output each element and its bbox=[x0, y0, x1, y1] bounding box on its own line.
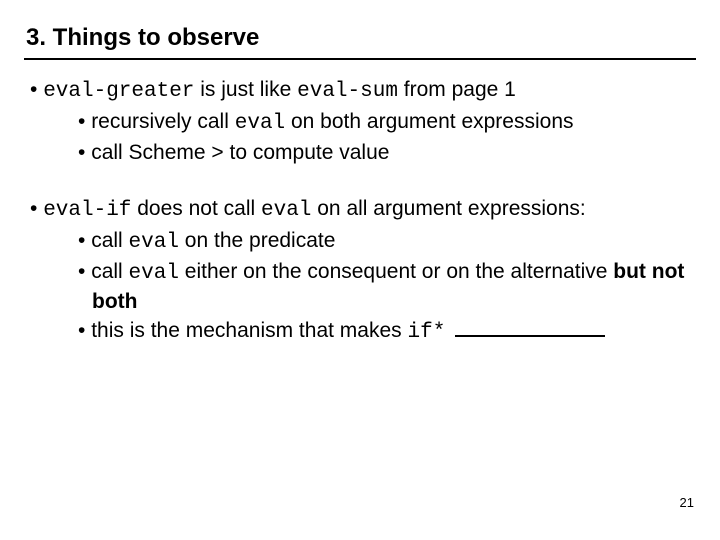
text: on the predicate bbox=[179, 229, 335, 252]
text: does not call bbox=[131, 197, 261, 220]
text: on both argument expressions bbox=[285, 110, 573, 133]
text: on all argument expressions: bbox=[311, 197, 585, 220]
page-number: 21 bbox=[680, 495, 694, 510]
text: this is the mechanism that makes bbox=[91, 319, 407, 342]
fill-in-blank bbox=[455, 316, 605, 337]
slide-title: 3. Things to observe bbox=[24, 24, 696, 60]
bullet-1-sub: recursively call eval on both argument e… bbox=[44, 108, 696, 167]
code-eval-greater: eval-greater bbox=[43, 80, 194, 103]
bullet-2-sub-2: call eval either on the consequent or on… bbox=[72, 258, 696, 317]
code-eval: eval bbox=[261, 199, 311, 222]
code-eval: eval bbox=[235, 112, 285, 135]
code-eval-if: eval-if bbox=[43, 199, 131, 222]
bullet-2: eval-if does not call eval on all argume… bbox=[24, 195, 696, 348]
bullet-2-sub-1: call eval on the predicate bbox=[72, 227, 696, 257]
slide: 3. Things to observe eval-greater is jus… bbox=[0, 0, 720, 540]
bullet-1-sub-2: call Scheme > to compute value bbox=[72, 139, 696, 167]
text: recursively call bbox=[91, 110, 235, 133]
bullet-list: eval-greater is just like eval-sum from … bbox=[24, 76, 696, 348]
text bbox=[445, 319, 451, 342]
text: from page 1 bbox=[398, 78, 516, 101]
text: call Scheme > to compute value bbox=[91, 141, 389, 164]
text: call bbox=[91, 260, 128, 283]
code-eval-sum: eval-sum bbox=[297, 80, 398, 103]
code-if-star: if* bbox=[407, 321, 445, 344]
bullet-2-sub-3: this is the mechanism that makes if* bbox=[72, 316, 696, 347]
code-eval: eval bbox=[129, 231, 179, 254]
text: is just like bbox=[194, 78, 297, 101]
code-eval: eval bbox=[129, 262, 179, 285]
bullet-1-sub-1: recursively call eval on both argument e… bbox=[72, 108, 696, 138]
text: either on the consequent or on the alter… bbox=[179, 260, 613, 283]
bullet-2-sub: call eval on the predicate call eval eit… bbox=[44, 227, 696, 347]
text: call bbox=[91, 229, 128, 252]
bullet-1: eval-greater is just like eval-sum from … bbox=[24, 76, 696, 167]
